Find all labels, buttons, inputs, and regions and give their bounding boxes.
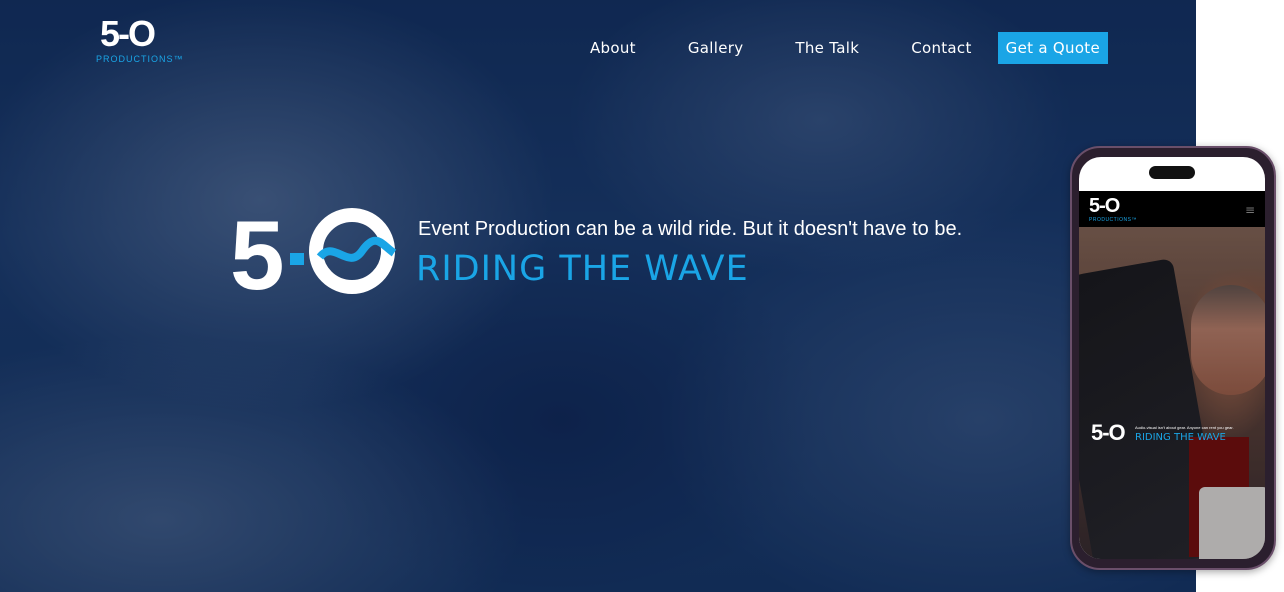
hero-headline: Event Production can be a wild ride. But… bbox=[418, 218, 963, 240]
hero-section: 5-O PRODUCTIONS™ About Gallery The Talk … bbox=[0, 0, 1196, 592]
site-logo[interactable]: 5-O PRODUCTIONS™ bbox=[96, 13, 184, 65]
site-logo-tagline: PRODUCTIONS™ bbox=[96, 54, 184, 64]
hamburger-icon[interactable]: ≡ bbox=[1245, 203, 1255, 217]
hero-subheadline: RIDING THE WAVE bbox=[416, 249, 749, 289]
get-a-quote-button[interactable]: Get a Quote bbox=[997, 32, 1109, 64]
site-logo-mark: 5-O bbox=[100, 13, 156, 54]
mobile-hero-photo: 5-O Audio-visual isn't about gear. Anyon… bbox=[1079, 227, 1265, 559]
photo-overlay bbox=[1079, 227, 1265, 559]
svg-text:5: 5 bbox=[230, 205, 285, 297]
mobile-header: 5-O PRODUCTIONS™ ≡ bbox=[1079, 191, 1265, 227]
mobile-hero-tagline: Audio-visual isn't about gear. Anyone ca… bbox=[1135, 425, 1234, 430]
hero-logo-icon: 5 bbox=[230, 205, 397, 297]
mobile-hero-logo: 5-O bbox=[1091, 420, 1126, 445]
mobile-hero-subheadline: RIDING THE WAVE bbox=[1135, 432, 1226, 443]
phone-notch bbox=[1149, 166, 1195, 179]
nav-link-about[interactable]: About bbox=[590, 39, 636, 57]
mobile-logo-tagline: PRODUCTIONS™ bbox=[1089, 217, 1137, 223]
nav-link-contact[interactable]: Contact bbox=[911, 39, 971, 57]
mobile-preview-device: 5-O PRODUCTIONS™ ≡ 5-O Audio-visual isn'… bbox=[1070, 146, 1276, 570]
nav-link-gallery[interactable]: Gallery bbox=[688, 39, 744, 57]
nav-link-the-talk[interactable]: The Talk bbox=[795, 39, 859, 57]
mobile-logo[interactable]: 5-O bbox=[1089, 195, 1120, 217]
mobile-preview-screen: 5-O PRODUCTIONS™ ≡ 5-O Audio-visual isn'… bbox=[1079, 157, 1265, 559]
main-nav: About Gallery The Talk Contact Get a Quo… bbox=[590, 32, 1109, 64]
